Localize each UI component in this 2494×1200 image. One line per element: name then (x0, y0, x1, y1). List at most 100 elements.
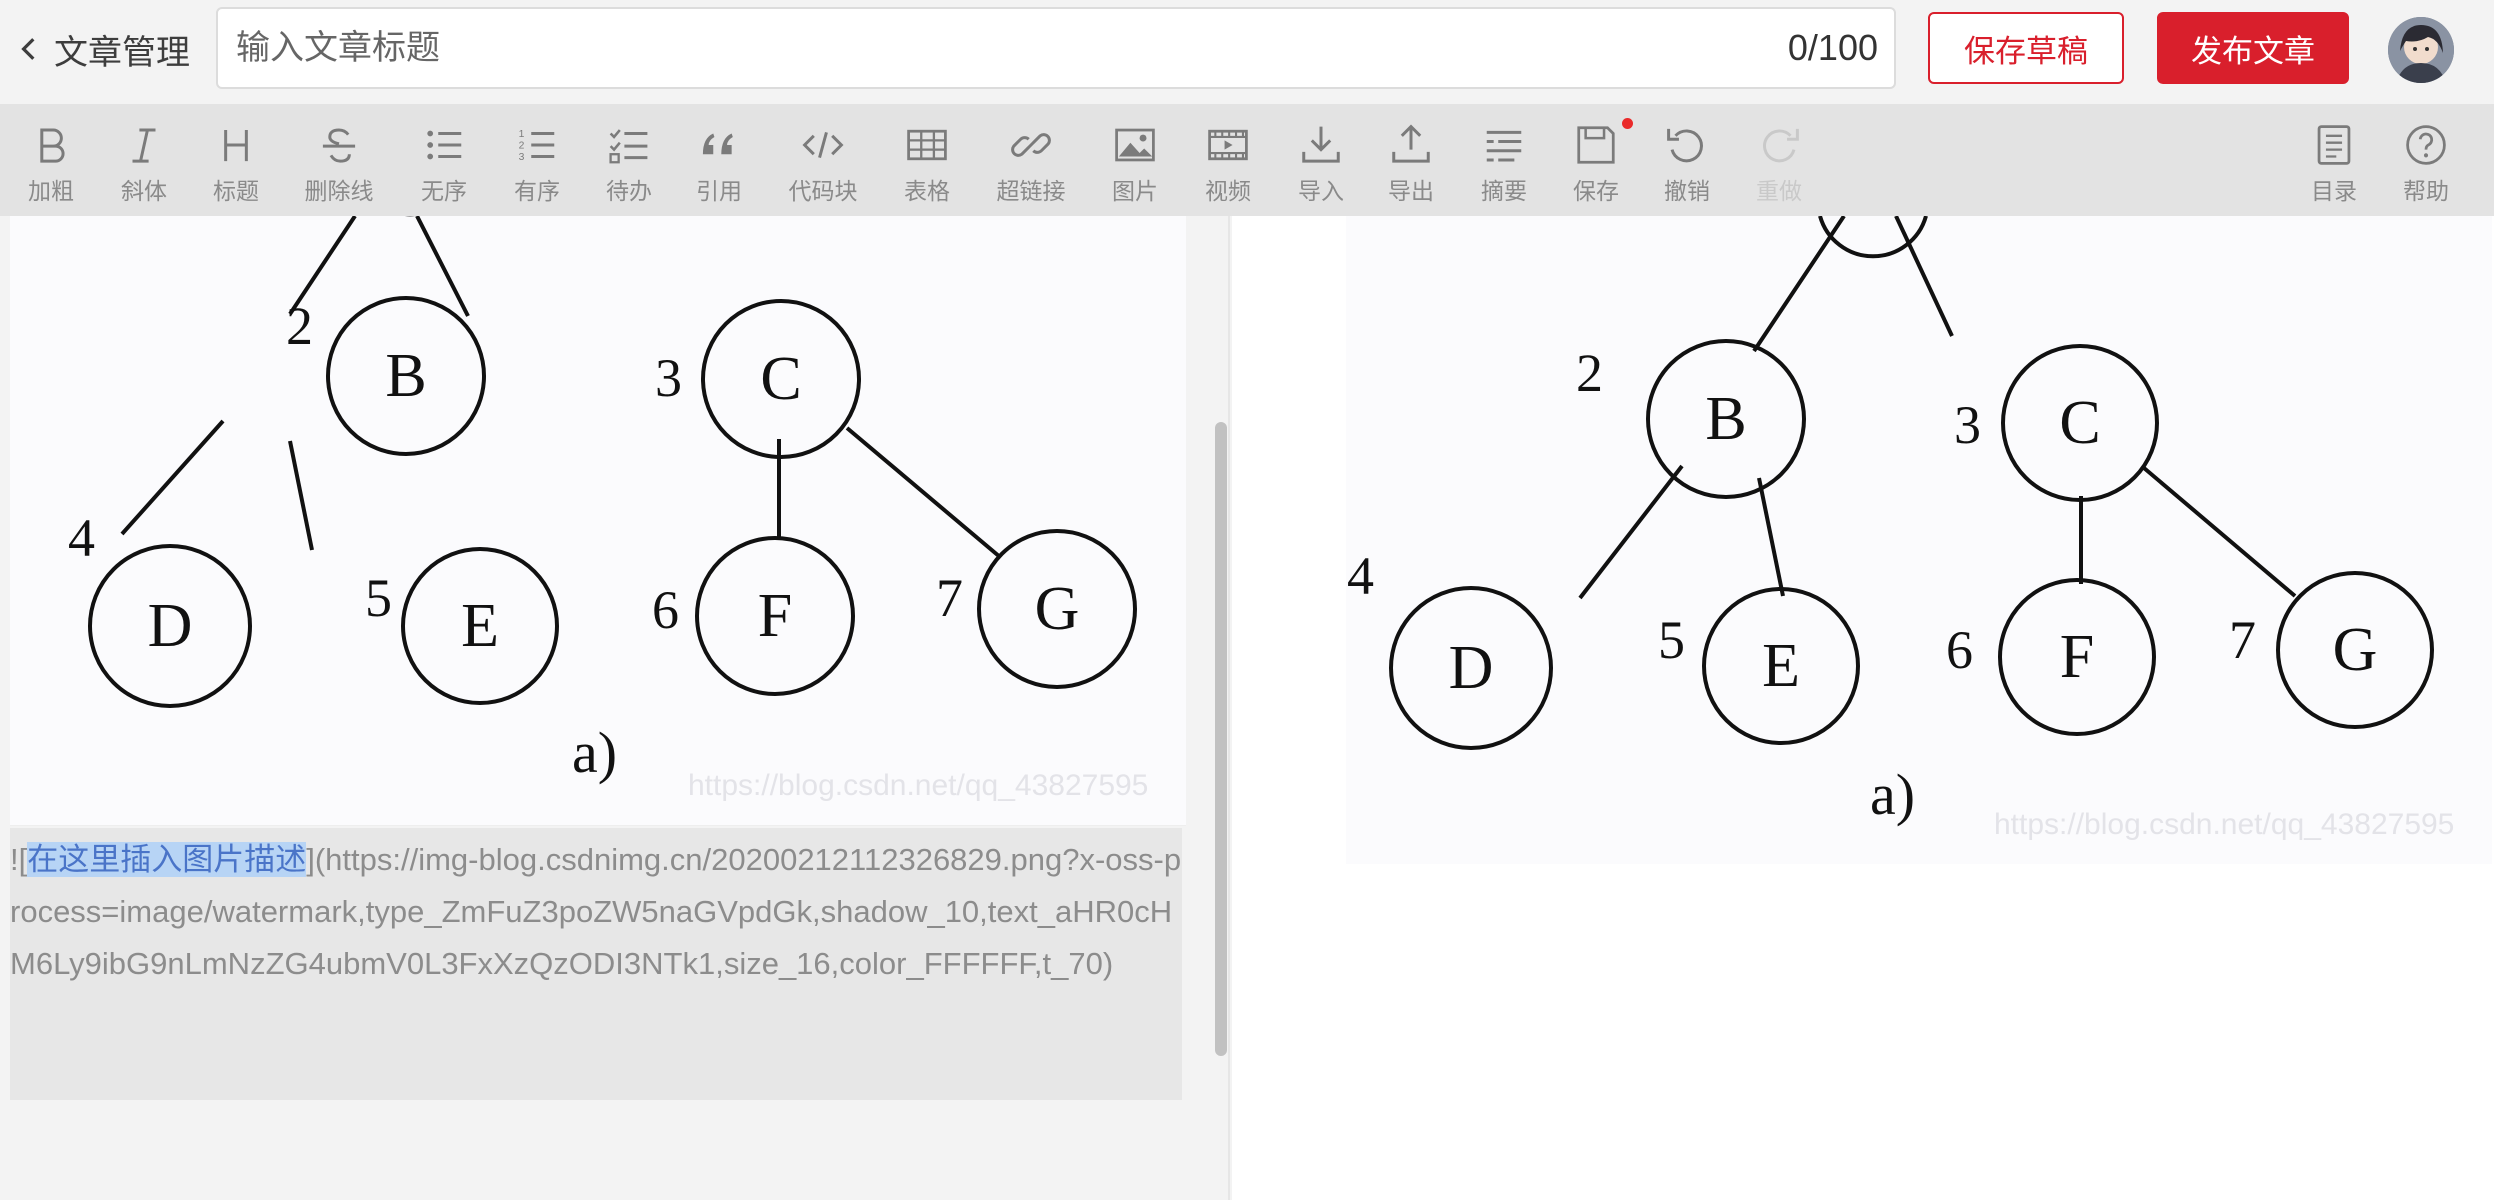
toolbar-video[interactable]: 视频 (1187, 120, 1269, 210)
toolbar-table-label: 表格 (904, 178, 950, 204)
back-label: 文章管理 (54, 33, 190, 72)
preview-image-watermark: https://blog.csdn.net/qq_43827595 (1994, 808, 2455, 841)
toolbar-undo[interactable]: 撤销 (1646, 120, 1728, 210)
node-g-letter: G (1035, 575, 1080, 643)
svg-text:3: 3 (519, 152, 525, 163)
bold-icon (26, 120, 76, 170)
editor-toolbar: 加粗 斜体 标题 删除线 无序 123 有序 待办 引用 代码块 表格 超链接 (0, 104, 2494, 216)
node-d-number: 4 (68, 508, 95, 568)
summary-icon (1479, 120, 1529, 170)
redo-icon (1754, 120, 1804, 170)
toolbar-toc-label: 目录 (2311, 178, 2357, 204)
preview-node-b-number: 2 (1576, 343, 1603, 403)
preview-node-f-letter: F (2060, 623, 2094, 691)
export-icon (1386, 120, 1436, 170)
node-e-number: 5 (365, 568, 392, 628)
node-c-letter: C (760, 345, 801, 413)
node-c-number: 3 (655, 348, 682, 408)
node-d-letter: D (148, 592, 193, 660)
preview-node-e-number: 5 (1658, 610, 1685, 670)
article-title-input[interactable] (236, 9, 1756, 87)
toolbar-quote[interactable]: 引用 (678, 120, 760, 210)
binary-tree-figure: B C D E F G 2 3 4 5 6 7 a) (68, 216, 1137, 785)
figure-caption: a) (572, 720, 617, 785)
pane-divider (1228, 216, 1230, 1200)
md-prefix: ![ (10, 842, 28, 877)
toolbar-italic[interactable]: 斜体 (103, 120, 185, 210)
user-avatar-icon (2388, 17, 2454, 83)
toolbar-link[interactable]: 超链接 (990, 120, 1072, 210)
toolbar-heading-label: 标题 (213, 178, 259, 204)
quote-icon (694, 120, 744, 170)
toolbar-import[interactable]: 导入 (1280, 120, 1362, 210)
toolbar-bold[interactable]: 加粗 (10, 120, 92, 210)
toolbar-heading[interactable]: 标题 (195, 120, 277, 210)
toolbar-todo-list[interactable]: 待办 (588, 120, 670, 210)
toolbar-summary-label: 摘要 (1481, 178, 1527, 204)
help-icon (2401, 120, 2451, 170)
toolbar-bold-label: 加粗 (28, 178, 74, 204)
toolbar-export[interactable]: 导出 (1370, 120, 1452, 210)
preview-node-g-number: 7 (2229, 610, 2256, 670)
toolbar-redo[interactable]: 重做 (1738, 120, 1820, 210)
svg-text:1: 1 (519, 129, 525, 140)
preview-node-c-letter: C (2059, 389, 2100, 457)
toolbar-table[interactable]: 表格 (886, 120, 968, 210)
markdown-editor[interactable]: B C D E F G 2 3 4 5 6 7 a) https://blog.… (0, 216, 1226, 1200)
toolbar-unordered-list[interactable]: 无序 (403, 120, 485, 210)
unordered-list-icon (419, 120, 469, 170)
chevron-left-icon (21, 38, 35, 60)
table-icon (902, 120, 952, 170)
toolbar-code-block[interactable]: 代码块 (782, 120, 864, 210)
toolbar-image[interactable]: 图片 (1094, 120, 1176, 210)
toolbar-help[interactable]: 帮助 (2385, 120, 2467, 210)
image-icon (1110, 120, 1160, 170)
toolbar-strikethrough-label: 删除线 (304, 178, 374, 204)
header-bar: 文章管理 0/100 保存草稿 发布文章 (0, 0, 2494, 104)
toolbar-video-label: 视频 (1205, 178, 1251, 204)
toolbar-import-label: 导入 (1298, 178, 1344, 204)
toolbar-todo-label: 待办 (606, 178, 652, 204)
toolbar-quote-label: 引用 (696, 178, 742, 204)
preview-node-c-number: 3 (1954, 395, 1981, 455)
video-icon (1203, 120, 1253, 170)
import-icon (1296, 120, 1346, 170)
heading-icon (211, 120, 261, 170)
todo-list-icon (604, 120, 654, 170)
preview-figure-caption: a) (1870, 762, 1915, 827)
preview-node-d-number: 4 (1347, 546, 1374, 606)
editor-image-watermark: https://blog.csdn.net/qq_43827595 (688, 769, 1149, 802)
avatar[interactable] (2388, 17, 2454, 83)
preview-node-g-letter: G (2333, 616, 2378, 684)
toolbar-save[interactable]: 保存 (1555, 120, 1637, 210)
toolbar-summary[interactable]: 摘要 (1463, 120, 1545, 210)
markdown-image-source[interactable]: ![在这里插入图片描述](https://img-blog.csdnimg.cn… (10, 828, 1182, 1100)
toolbar-image-label: 图片 (1112, 178, 1158, 204)
back-to-article-management[interactable]: 文章管理 (16, 22, 190, 76)
toolbar-undo-label: 撤销 (1664, 178, 1710, 204)
ordered-list-icon: 123 (512, 120, 562, 170)
selected-image-alt-text[interactable]: 在这里插入图片描述 (27, 842, 307, 877)
preview-image: B C D E F G 2 3 4 5 6 7 a) https://blog.… (1346, 216, 2492, 864)
toc-icon (2309, 120, 2359, 170)
editor-scrollbar[interactable] (1213, 216, 1227, 1200)
node-f-letter: F (758, 582, 792, 650)
preview-node-f-number: 6 (1946, 620, 1973, 680)
node-e-letter: E (461, 592, 499, 660)
save-draft-button[interactable]: 保存草稿 (1928, 12, 2124, 84)
toolbar-ordered-list[interactable]: 123 有序 (496, 120, 578, 210)
strikethrough-icon (314, 120, 364, 170)
binary-tree-figure-preview: B C D E F G 2 3 4 5 6 7 a) (1347, 216, 2434, 827)
toolbar-code-label: 代码块 (788, 178, 858, 204)
publish-article-button[interactable]: 发布文章 (2157, 12, 2349, 84)
undo-icon (1662, 120, 1712, 170)
editor-scrollbar-thumb[interactable] (1215, 422, 1227, 1056)
toolbar-help-label: 帮助 (2403, 178, 2449, 204)
save-icon (1571, 120, 1621, 170)
toolbar-strikethrough[interactable]: 删除线 (298, 120, 380, 210)
toolbar-unordered-label: 无序 (421, 178, 467, 204)
toolbar-toc[interactable]: 目录 (2293, 120, 2375, 210)
code-block-icon (798, 120, 848, 170)
italic-icon (119, 120, 169, 170)
markdown-preview: B C D E F G 2 3 4 5 6 7 a) https://blog.… (1232, 216, 2494, 1200)
